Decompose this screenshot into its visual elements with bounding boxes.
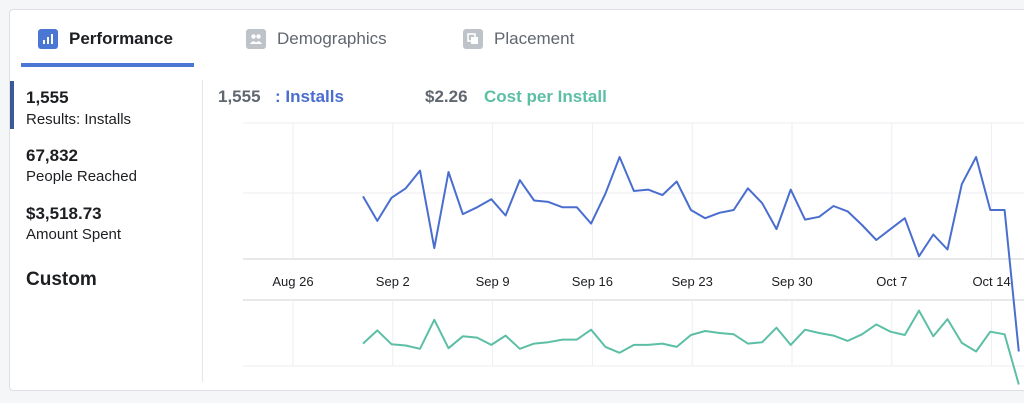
x-tick-label: Sep 9 xyxy=(476,274,510,289)
x-tick-label: Sep 30 xyxy=(771,274,812,289)
x-tick-label: Oct 7 xyxy=(876,274,907,289)
x-tick-label: Sep 2 xyxy=(376,274,410,289)
x-tick-label: Aug 26 xyxy=(272,274,313,289)
performance-panel: Performance Demographics Placement 1,555… xyxy=(9,9,1024,391)
cost-per-install-line xyxy=(362,309,1020,385)
x-tick-label: Sep 23 xyxy=(672,274,713,289)
performance-chart: Aug 26 Sep 2 Sep 9 Sep 16 Sep 23 Sep 30 Oct 7 O… xyxy=(243,122,1024,385)
installs-line xyxy=(362,156,1020,352)
x-tick-label: Sep 16 xyxy=(572,274,613,289)
x-tick-label: Oct 14 xyxy=(972,274,1010,289)
